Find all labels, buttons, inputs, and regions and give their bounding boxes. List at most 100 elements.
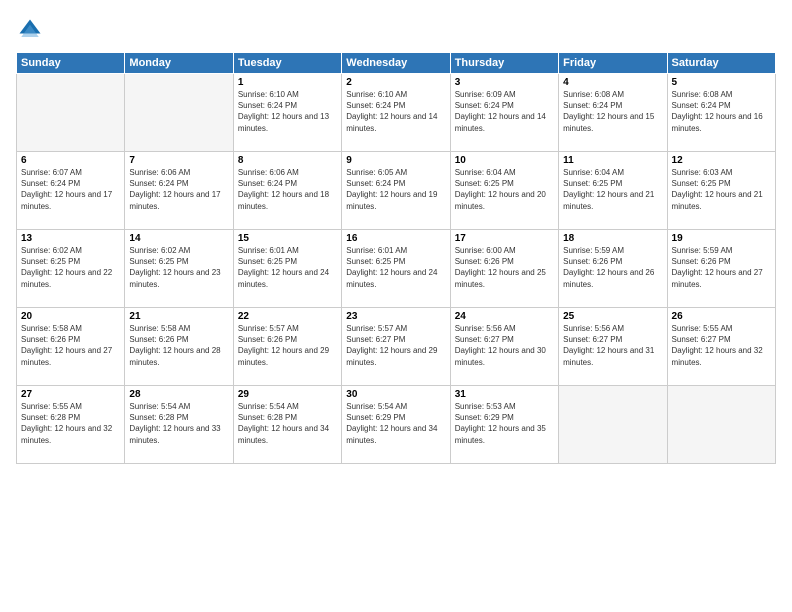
day-number: 30 [346,389,445,400]
weekday-header-wednesday: Wednesday [342,53,450,74]
day-info: Sunrise: 5:58 AMSunset: 6:26 PMDaylight:… [129,324,220,367]
calendar-cell: 27 Sunrise: 5:55 AMSunset: 6:28 PMDaylig… [17,386,125,464]
day-number: 5 [672,77,771,88]
day-info: Sunrise: 6:01 AMSunset: 6:25 PMDaylight:… [346,246,437,289]
day-number: 8 [238,155,337,166]
calendar-cell: 23 Sunrise: 5:57 AMSunset: 6:27 PMDaylig… [342,308,450,386]
weekday-header-tuesday: Tuesday [233,53,341,74]
day-info: Sunrise: 5:55 AMSunset: 6:28 PMDaylight:… [21,402,112,445]
day-number: 28 [129,389,228,400]
calendar-cell: 10 Sunrise: 6:04 AMSunset: 6:25 PMDaylig… [450,152,558,230]
calendar-cell: 30 Sunrise: 5:54 AMSunset: 6:29 PMDaylig… [342,386,450,464]
calendar-cell: 9 Sunrise: 6:05 AMSunset: 6:24 PMDayligh… [342,152,450,230]
calendar-week-3: 13 Sunrise: 6:02 AMSunset: 6:25 PMDaylig… [17,230,776,308]
day-info: Sunrise: 6:03 AMSunset: 6:25 PMDaylight:… [672,168,763,211]
day-info: Sunrise: 5:54 AMSunset: 6:28 PMDaylight:… [238,402,329,445]
calendar-cell: 28 Sunrise: 5:54 AMSunset: 6:28 PMDaylig… [125,386,233,464]
logo-icon [16,16,44,44]
calendar-cell: 6 Sunrise: 6:07 AMSunset: 6:24 PMDayligh… [17,152,125,230]
calendar-cell [559,386,667,464]
calendar-week-5: 27 Sunrise: 5:55 AMSunset: 6:28 PMDaylig… [17,386,776,464]
day-number: 15 [238,233,337,244]
day-info: Sunrise: 6:06 AMSunset: 6:24 PMDaylight:… [238,168,329,211]
day-number: 12 [672,155,771,166]
day-number: 19 [672,233,771,244]
calendar-cell: 26 Sunrise: 5:55 AMSunset: 6:27 PMDaylig… [667,308,775,386]
day-info: Sunrise: 6:04 AMSunset: 6:25 PMDaylight:… [563,168,654,211]
day-number: 13 [21,233,120,244]
calendar-cell: 3 Sunrise: 6:09 AMSunset: 6:24 PMDayligh… [450,74,558,152]
day-info: Sunrise: 5:56 AMSunset: 6:27 PMDaylight:… [563,324,654,367]
calendar-cell: 31 Sunrise: 5:53 AMSunset: 6:29 PMDaylig… [450,386,558,464]
day-info: Sunrise: 6:09 AMSunset: 6:24 PMDaylight:… [455,90,546,133]
day-info: Sunrise: 5:56 AMSunset: 6:27 PMDaylight:… [455,324,546,367]
day-number: 26 [672,311,771,322]
weekday-header-monday: Monday [125,53,233,74]
weekday-header-friday: Friday [559,53,667,74]
calendar-cell: 20 Sunrise: 5:58 AMSunset: 6:26 PMDaylig… [17,308,125,386]
day-info: Sunrise: 6:10 AMSunset: 6:24 PMDaylight:… [238,90,329,133]
day-info: Sunrise: 5:54 AMSunset: 6:28 PMDaylight:… [129,402,220,445]
calendar-cell: 15 Sunrise: 6:01 AMSunset: 6:25 PMDaylig… [233,230,341,308]
weekday-header-saturday: Saturday [667,53,775,74]
calendar-cell: 17 Sunrise: 6:00 AMSunset: 6:26 PMDaylig… [450,230,558,308]
calendar-week-2: 6 Sunrise: 6:07 AMSunset: 6:24 PMDayligh… [17,152,776,230]
day-number: 20 [21,311,120,322]
day-info: Sunrise: 6:05 AMSunset: 6:24 PMDaylight:… [346,168,437,211]
day-number: 6 [21,155,120,166]
day-number: 31 [455,389,554,400]
calendar-cell: 7 Sunrise: 6:06 AMSunset: 6:24 PMDayligh… [125,152,233,230]
day-number: 29 [238,389,337,400]
page: SundayMondayTuesdayWednesdayThursdayFrid… [0,0,792,612]
calendar-cell: 11 Sunrise: 6:04 AMSunset: 6:25 PMDaylig… [559,152,667,230]
day-info: Sunrise: 5:54 AMSunset: 6:29 PMDaylight:… [346,402,437,445]
calendar-cell: 29 Sunrise: 5:54 AMSunset: 6:28 PMDaylig… [233,386,341,464]
calendar-cell: 1 Sunrise: 6:10 AMSunset: 6:24 PMDayligh… [233,74,341,152]
calendar-cell [667,386,775,464]
day-number: 11 [563,155,662,166]
calendar-cell: 18 Sunrise: 5:59 AMSunset: 6:26 PMDaylig… [559,230,667,308]
calendar-cell: 25 Sunrise: 5:56 AMSunset: 6:27 PMDaylig… [559,308,667,386]
day-info: Sunrise: 5:53 AMSunset: 6:29 PMDaylight:… [455,402,546,445]
calendar-cell: 14 Sunrise: 6:02 AMSunset: 6:25 PMDaylig… [125,230,233,308]
day-info: Sunrise: 6:01 AMSunset: 6:25 PMDaylight:… [238,246,329,289]
day-info: Sunrise: 6:06 AMSunset: 6:24 PMDaylight:… [129,168,220,211]
day-info: Sunrise: 5:55 AMSunset: 6:27 PMDaylight:… [672,324,763,367]
day-number: 25 [563,311,662,322]
day-info: Sunrise: 6:08 AMSunset: 6:24 PMDaylight:… [672,90,763,133]
day-number: 17 [455,233,554,244]
day-info: Sunrise: 6:02 AMSunset: 6:25 PMDaylight:… [129,246,220,289]
calendar-cell: 19 Sunrise: 5:59 AMSunset: 6:26 PMDaylig… [667,230,775,308]
day-info: Sunrise: 5:59 AMSunset: 6:26 PMDaylight:… [563,246,654,289]
day-info: Sunrise: 5:59 AMSunset: 6:26 PMDaylight:… [672,246,763,289]
calendar-cell: 2 Sunrise: 6:10 AMSunset: 6:24 PMDayligh… [342,74,450,152]
day-number: 23 [346,311,445,322]
day-number: 10 [455,155,554,166]
day-info: Sunrise: 6:10 AMSunset: 6:24 PMDaylight:… [346,90,437,133]
calendar-cell [17,74,125,152]
day-number: 14 [129,233,228,244]
day-number: 7 [129,155,228,166]
calendar-cell: 16 Sunrise: 6:01 AMSunset: 6:25 PMDaylig… [342,230,450,308]
day-number: 1 [238,77,337,88]
calendar-cell [125,74,233,152]
calendar-cell: 21 Sunrise: 5:58 AMSunset: 6:26 PMDaylig… [125,308,233,386]
calendar-cell: 12 Sunrise: 6:03 AMSunset: 6:25 PMDaylig… [667,152,775,230]
day-number: 4 [563,77,662,88]
weekday-header-sunday: Sunday [17,53,125,74]
day-info: Sunrise: 5:57 AMSunset: 6:26 PMDaylight:… [238,324,329,367]
day-info: Sunrise: 5:57 AMSunset: 6:27 PMDaylight:… [346,324,437,367]
calendar-cell: 13 Sunrise: 6:02 AMSunset: 6:25 PMDaylig… [17,230,125,308]
calendar-cell: 5 Sunrise: 6:08 AMSunset: 6:24 PMDayligh… [667,74,775,152]
calendar-table: SundayMondayTuesdayWednesdayThursdayFrid… [16,52,776,464]
day-info: Sunrise: 6:07 AMSunset: 6:24 PMDaylight:… [21,168,112,211]
day-number: 2 [346,77,445,88]
header [16,16,776,44]
day-number: 22 [238,311,337,322]
day-number: 9 [346,155,445,166]
day-info: Sunrise: 5:58 AMSunset: 6:26 PMDaylight:… [21,324,112,367]
day-info: Sunrise: 6:02 AMSunset: 6:25 PMDaylight:… [21,246,112,289]
day-info: Sunrise: 6:08 AMSunset: 6:24 PMDaylight:… [563,90,654,133]
calendar-week-1: 1 Sunrise: 6:10 AMSunset: 6:24 PMDayligh… [17,74,776,152]
day-info: Sunrise: 6:04 AMSunset: 6:25 PMDaylight:… [455,168,546,211]
